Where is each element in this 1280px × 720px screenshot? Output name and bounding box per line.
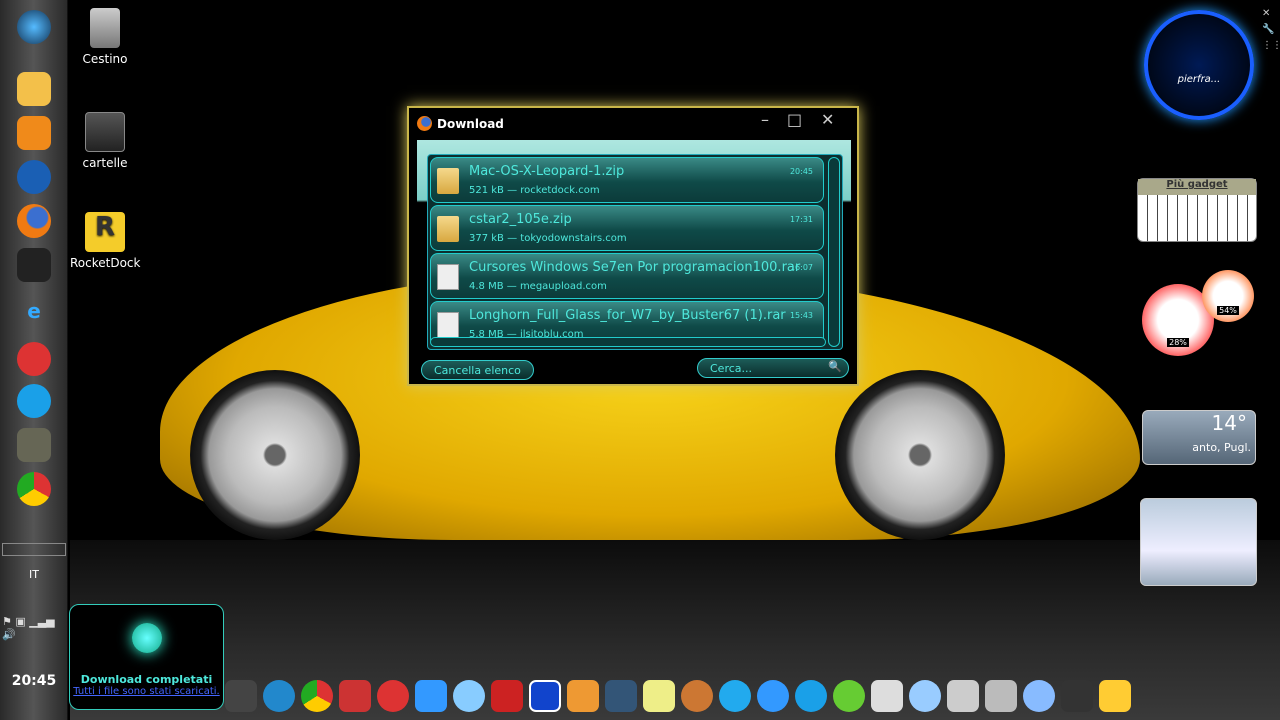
file-time: 16:07 (789, 263, 813, 272)
taskbar: e IT ⚑ ▣ ▁▃▅ 🔊 20:45 (0, 0, 68, 720)
clock[interactable]: 20:45 (0, 673, 68, 689)
icon-label: Cestino (82, 52, 128, 66)
clear-list-button[interactable]: Cancella elenco (421, 360, 534, 380)
maximize-button[interactable]: □ (787, 110, 802, 129)
download-item[interactable]: Cursores Windows Se7en Por programacion1… (430, 253, 824, 299)
disc-icon[interactable] (453, 680, 485, 712)
language-indicator[interactable]: IT (0, 568, 68, 581)
wallpaper-wheel (190, 370, 360, 540)
chrome-icon[interactable] (17, 472, 51, 506)
messenger-icon[interactable] (833, 680, 865, 712)
skype-icon[interactable] (795, 680, 827, 712)
explorer-icon[interactable] (17, 72, 51, 106)
file-name: Cursores Windows Se7en Por programacion1… (469, 260, 801, 275)
ie-icon[interactable] (757, 680, 789, 712)
rocketdock (225, 672, 1145, 720)
piano-gadget[interactable]: Più gadget (1137, 178, 1257, 242)
download-complete-notification[interactable]: Download completati Tutti i file sono st… (69, 604, 224, 710)
download-complete-icon (131, 623, 162, 653)
app-icon[interactable] (1061, 680, 1093, 712)
icon-label: cartelle (82, 156, 128, 170)
firefox-icon (417, 116, 432, 131)
file-time: 15:43 (789, 311, 813, 320)
gadget-controls[interactable]: ✕ 🔧 ⋮⋮ (1262, 6, 1280, 54)
more-gadgets-link[interactable]: Più gadget (1138, 179, 1256, 195)
network-icon[interactable] (909, 680, 941, 712)
media-player-icon[interactable] (17, 116, 51, 150)
ie-icon[interactable]: e (17, 294, 51, 328)
document-icon[interactable] (871, 680, 903, 712)
file-time: 17:31 (789, 215, 813, 224)
desktop-icon-recycle-bin[interactable]: Cestino (70, 8, 140, 66)
recycle-bin-icon[interactable] (985, 680, 1017, 712)
notification-title: Download completati (80, 673, 213, 686)
download-item[interactable]: Mac-OS-X-Leopard-1.zip 521 kB — rocketdoc… (430, 157, 824, 203)
rocketdock-icon: R (85, 212, 125, 252)
search-icon: 🔍 (828, 360, 842, 373)
tools-icon[interactable] (947, 680, 979, 712)
download-item[interactable]: cstar2_105e.zip 377 kB — tokyodownstairs.… (430, 205, 824, 251)
chrome-icon[interactable] (301, 680, 333, 712)
file-meta: 4.8 MB — megaupload.com (469, 281, 607, 292)
teamviewer-icon[interactable] (719, 680, 751, 712)
slideshow-gadget[interactable] (1140, 498, 1257, 586)
wallpaper-wheel (835, 370, 1005, 540)
clock-gadget[interactable]: pierfra... (1144, 10, 1254, 120)
file-time: 20:45 (789, 167, 813, 176)
taskbar-scroller[interactable] (2, 543, 66, 556)
download-icon[interactable] (377, 680, 409, 712)
app-icon[interactable] (681, 680, 713, 712)
file-name: cstar2_105e.zip (469, 212, 572, 227)
recycle-bin-icon (90, 8, 120, 48)
globe-icon[interactable] (263, 680, 295, 712)
skype-icon[interactable] (17, 384, 51, 418)
airplane-icon[interactable] (415, 680, 447, 712)
zip-folder-icon (437, 168, 459, 194)
app-icon[interactable] (1099, 680, 1131, 712)
desktop-icon-cartelle[interactable]: cartelle (70, 112, 140, 170)
zip-folder-icon (437, 216, 459, 242)
youtube-icon[interactable] (339, 680, 371, 712)
start-orb-icon[interactable] (17, 10, 51, 44)
file-name: Mac-OS-X-Leopard-1.zip (469, 164, 625, 179)
hp-icon[interactable] (17, 160, 51, 194)
download-icon[interactable] (17, 342, 51, 376)
download-window: Download – □ ✕ Mac-OS-X-Leopard-1.zip 521… (407, 106, 859, 386)
horizontal-scrollbar[interactable] (430, 337, 826, 347)
download-list: Mac-OS-X-Leopard-1.zip 521 kB — rocketdoc… (427, 154, 843, 350)
icon-label: RocketDock (70, 256, 141, 270)
location: anto, Pugl. (1192, 441, 1251, 454)
weather-gadget[interactable]: 14° anto, Pugl. (1142, 410, 1256, 465)
app-icon[interactable] (529, 680, 561, 712)
minimize-button[interactable]: – (761, 110, 769, 129)
app-icon[interactable] (605, 680, 637, 712)
folder-icon (85, 112, 125, 152)
app-icon[interactable] (491, 680, 523, 712)
desktop-icon-rocketdock[interactable]: R RocketDock (70, 212, 140, 270)
file-name: Longhorn_Full_Glass_for_W7_by_Buster67 (… (469, 308, 786, 323)
temperature: 14° (1211, 411, 1247, 435)
memory-meter-gadget: 54% (1202, 270, 1254, 322)
rar-file-icon (437, 312, 459, 338)
gadget-icon[interactable] (17, 248, 51, 282)
tray-icons[interactable]: ⚑ ▣ ▁▃▅ 🔊 (2, 615, 67, 641)
file-meta: 521 kB — rocketdock.com (469, 185, 600, 196)
rar-file-icon (437, 264, 459, 290)
firefox-icon[interactable] (17, 204, 51, 238)
window-title: Download (437, 117, 504, 131)
vertical-scrollbar[interactable] (828, 157, 840, 347)
file-meta: 377 kB — tokyodownstairs.com (469, 233, 627, 244)
notes-icon[interactable] (643, 680, 675, 712)
gimp-icon[interactable] (17, 428, 51, 462)
dock-icon[interactable] (225, 680, 257, 712)
close-button[interactable]: ✕ (821, 110, 834, 129)
search-input[interactable]: Cerca... 🔍 (697, 358, 849, 378)
globe-icon[interactable] (1023, 680, 1055, 712)
notification-link[interactable]: Tutti i file sono stati scaricati. (70, 686, 223, 697)
app-icon[interactable] (567, 680, 599, 712)
